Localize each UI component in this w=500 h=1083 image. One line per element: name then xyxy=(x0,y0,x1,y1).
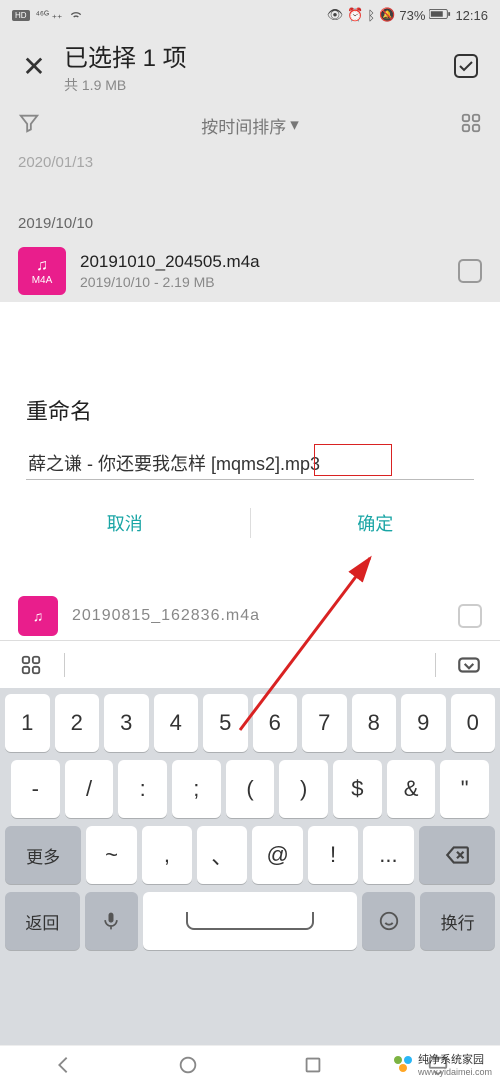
battery-icon xyxy=(429,8,451,23)
mute-icon: 🔕 xyxy=(379,7,395,23)
confirm-button[interactable]: 确定 xyxy=(251,494,500,552)
mic-key[interactable] xyxy=(85,892,138,950)
key-6[interactable]: 6 xyxy=(253,694,298,752)
nav-home-icon[interactable] xyxy=(177,1054,199,1076)
key-1[interactable]: 1 xyxy=(5,694,50,752)
toolbar: 按时间排序 ▾ xyxy=(0,102,500,148)
file-row[interactable]: ♫ M4A 20191010_204505.m4a 2019/10/10 - 2… xyxy=(18,240,482,302)
audio-file-icon: ♫ xyxy=(18,596,58,636)
key-0[interactable]: 0 xyxy=(451,694,496,752)
key-([interactable]: ( xyxy=(226,760,275,818)
key-5[interactable]: 5 xyxy=(203,694,248,752)
filter-icon[interactable] xyxy=(18,112,40,139)
rename-dialog: 重命名 取消 确定 xyxy=(0,376,500,552)
cancel-button[interactable]: 取消 xyxy=(0,494,250,552)
key-~[interactable]: ~ xyxy=(86,826,136,884)
dialog-title: 重命名 xyxy=(0,394,500,446)
key-、[interactable]: 、 xyxy=(197,826,247,884)
wifi-icon xyxy=(68,6,84,25)
watermark: 纯净系统家园 www.yidaimei.com xyxy=(392,1051,492,1077)
key-9[interactable]: 9 xyxy=(401,694,446,752)
hd-icon: HD xyxy=(12,10,30,21)
checkbox[interactable] xyxy=(458,259,482,283)
file-meta: 2019/10/10 - 2.19 MB xyxy=(80,274,444,290)
key-3[interactable]: 3 xyxy=(104,694,149,752)
date-header: 2020/01/13 xyxy=(18,148,482,179)
alarm-icon: ⏰ xyxy=(347,7,363,23)
key-![interactable]: ! xyxy=(308,826,358,884)
key-...[interactable]: ... xyxy=(363,826,413,884)
key-,[interactable]: , xyxy=(142,826,192,884)
battery-percent: 73% xyxy=(399,8,425,23)
backspace-key[interactable] xyxy=(419,826,495,884)
keyboard-toolbar xyxy=(0,640,500,688)
sort-button[interactable]: 按时间排序 ▾ xyxy=(201,113,299,138)
key-7[interactable]: 7 xyxy=(302,694,347,752)
spacebar[interactable] xyxy=(143,892,357,950)
key--[interactable]: - xyxy=(11,760,60,818)
eye-icon: 👁 xyxy=(327,7,344,23)
clock: 12:16 xyxy=(455,8,488,23)
nav-back-icon[interactable] xyxy=(52,1054,74,1076)
collapse-keyboard-icon[interactable] xyxy=(454,650,484,680)
checkbox[interactable] xyxy=(458,604,482,628)
key-"[interactable]: " xyxy=(440,760,489,818)
key-8[interactable]: 8 xyxy=(352,694,397,752)
key-more[interactable]: 更多 xyxy=(5,826,81,884)
apps-icon[interactable] xyxy=(16,650,46,680)
page-title: 已选择 1 项 xyxy=(64,38,450,73)
key-@[interactable]: @ xyxy=(252,826,302,884)
signal-icon: ⁴⁶ᴳ ₊₊ xyxy=(36,10,63,21)
key-4[interactable]: 4 xyxy=(154,694,199,752)
page-subtitle: 共 1.9 MB xyxy=(64,75,450,95)
key-2[interactable]: 2 xyxy=(55,694,100,752)
close-icon[interactable]: ✕ xyxy=(18,50,50,83)
status-bar: HD ⁴⁶ᴳ ₊₊ 👁 ⏰ ᛒ 🔕 73% 12:16 xyxy=(0,0,500,30)
key-$[interactable]: $ xyxy=(333,760,382,818)
key-:[interactable]: : xyxy=(118,760,167,818)
view-grid-icon[interactable] xyxy=(460,112,482,139)
keyboard: 1234567890 -/:;()$&" 更多 ~,、@!... 返回 换行 xyxy=(0,688,500,1045)
key-)[interactable]: ) xyxy=(279,760,328,818)
rename-input[interactable] xyxy=(26,446,474,480)
select-all-button[interactable] xyxy=(450,50,482,82)
enter-key[interactable]: 换行 xyxy=(420,892,495,950)
nav-recent-icon[interactable] xyxy=(302,1054,324,1076)
key-;[interactable]: ; xyxy=(172,760,221,818)
chevron-down-icon: ▾ xyxy=(290,115,299,135)
audio-file-icon: ♫ M4A xyxy=(18,247,66,295)
key-&[interactable]: & xyxy=(387,760,436,818)
file-row-partial[interactable]: ♫ 20190815_162836.m4a xyxy=(0,592,500,640)
file-name: 20191010_204505.m4a xyxy=(80,252,444,272)
key-return[interactable]: 返回 xyxy=(5,892,80,950)
emoji-key[interactable] xyxy=(362,892,415,950)
selection-header: ✕ 已选择 1 项 共 1.9 MB xyxy=(0,30,500,102)
date-header: 2019/10/10 xyxy=(18,209,482,240)
key-/[interactable]: / xyxy=(65,760,114,818)
bluetooth-icon: ᛒ xyxy=(367,8,375,23)
